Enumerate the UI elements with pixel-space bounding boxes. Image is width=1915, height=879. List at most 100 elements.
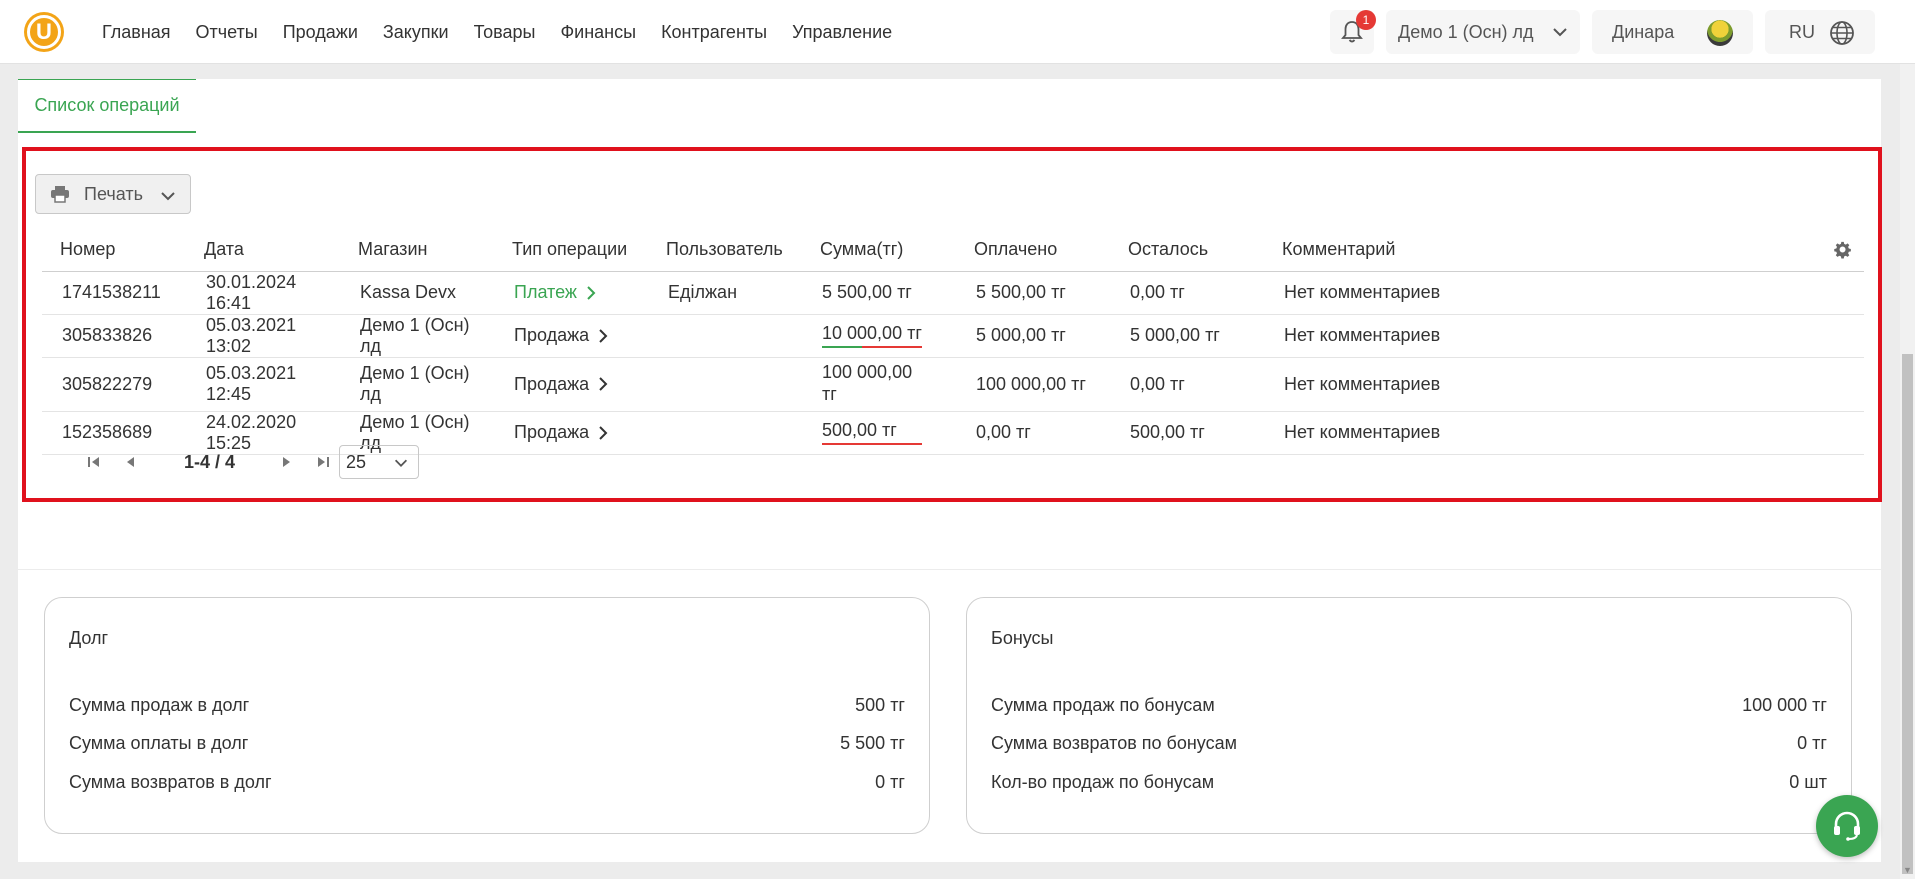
- cell-comment: Нет комментариев: [1264, 411, 1864, 455]
- column-header-number[interactable]: Номер: [42, 229, 186, 272]
- print-button-label: Печать: [84, 183, 143, 204]
- debt-panel: Долг Сумма продаж в долг 500 тг Сумма оп…: [44, 597, 930, 834]
- operation-type-link[interactable]: Платеж: [514, 282, 597, 303]
- user-menu[interactable]: Динара: [1592, 10, 1753, 54]
- nav-item-products[interactable]: Товары: [474, 22, 536, 43]
- cell-paid: 0,00 тг: [956, 411, 1110, 455]
- printer-icon: [51, 186, 69, 203]
- notification-badge: 1: [1356, 10, 1376, 30]
- language-selector[interactable]: RU: [1765, 10, 1875, 54]
- column-header-user[interactable]: Пользователь: [648, 229, 802, 272]
- next-page-icon[interactable]: [275, 455, 299, 469]
- cell-date: 30.01.2024 16:41: [186, 271, 340, 315]
- tab-operations-list[interactable]: Список операций: [18, 79, 196, 133]
- column-header-remaining[interactable]: Осталось: [1110, 229, 1264, 272]
- per-page-select[interactable]: 25: [339, 445, 420, 479]
- nav-item-purchases[interactable]: Закупки: [383, 22, 449, 43]
- column-header-store[interactable]: Магазин: [340, 229, 494, 272]
- print-button[interactable]: Печать: [35, 174, 191, 214]
- nav-item-finance[interactable]: Финансы: [560, 22, 636, 43]
- cell-number: 305833826: [42, 314, 186, 358]
- summary-value: 500 тг: [855, 695, 905, 715]
- chevron-right-icon: [599, 328, 608, 343]
- operation-type-label: Продажа: [514, 373, 590, 394]
- bonuses-panel: Бонусы Сумма продаж по бонусам 100 000 т…: [966, 597, 1852, 834]
- cell-remaining: 0,00 тг: [1110, 271, 1264, 315]
- prev-page-icon[interactable]: [118, 455, 142, 469]
- store-selector-label: Демо 1 (Осн) лд: [1398, 21, 1534, 42]
- summary-value: 0 тг: [875, 772, 905, 792]
- cell-store: Демо 1 (Осн) лд: [340, 357, 494, 412]
- first-page-icon[interactable]: [82, 455, 106, 469]
- cell-user: [648, 411, 802, 455]
- user-name: Динара: [1612, 21, 1675, 42]
- summary-value: 0 тг: [1797, 733, 1827, 753]
- scroll-down-icon[interactable]: ▼: [1903, 865, 1912, 875]
- nav-item-contractors[interactable]: Контрагенты: [661, 22, 767, 43]
- summary-label: Сумма продаж по бонусам: [991, 695, 1215, 715]
- scrollbar-thumb[interactable]: [1902, 354, 1913, 874]
- table-row[interactable]: 305822279 05.03.2021 12:45 Демо 1 (Осн) …: [42, 357, 1864, 412]
- chevron-down-icon: [1553, 28, 1567, 37]
- chevron-right-icon: [587, 285, 596, 300]
- app-logo[interactable]: U: [24, 12, 64, 52]
- cell-remaining: 5 000,00 тг: [1110, 314, 1264, 358]
- notifications-button[interactable]: 1: [1330, 10, 1376, 54]
- cell-paid: 100 000,00 тг: [956, 357, 1110, 412]
- top-bar: U Главная Отчеты Продажи Закупки Товары …: [0, 0, 1915, 64]
- cell-comment: Нет комментариев: [1264, 271, 1864, 315]
- headset-icon: [1834, 811, 1860, 841]
- operation-type-label: Платеж: [514, 282, 577, 302]
- table-header-row: Номер Дата Магазин Тип операции Пользова…: [42, 229, 1864, 272]
- cell-operation-type: Продажа: [494, 411, 648, 455]
- cell-operation-type: Продажа: [494, 357, 648, 412]
- store-selector[interactable]: Демо 1 (Осн) лд: [1386, 10, 1580, 54]
- chevron-down-icon: [394, 459, 408, 467]
- table-row[interactable]: 1741538211 30.01.2024 16:41 Kassa Devx П…: [42, 271, 1864, 315]
- nav-item-sales[interactable]: Продажи: [283, 22, 358, 43]
- cell-sum: 500,00 тг: [802, 411, 956, 455]
- debt-title: Долг: [69, 628, 109, 648]
- globe-icon: [1830, 21, 1854, 45]
- table-row[interactable]: 305833826 05.03.2021 13:02 Демо 1 (Осн) …: [42, 314, 1864, 358]
- chevron-right-icon: [599, 425, 608, 440]
- cell-operation-type: Платеж: [494, 271, 648, 315]
- cell-date: 05.03.2021 13:02: [186, 314, 340, 358]
- column-header-comment-label[interactable]: Комментарий: [1282, 239, 1395, 259]
- gear-icon[interactable]: [1834, 241, 1852, 259]
- summary-label: Сумма возвратов по бонусам: [991, 733, 1237, 753]
- summary-value: 0 шт: [1789, 772, 1827, 792]
- nav-item-management[interactable]: Управление: [792, 22, 892, 43]
- per-page-value: 25: [346, 451, 367, 472]
- summary-row: Кол-во продаж по бонусам 0 шт: [991, 772, 1827, 796]
- operation-type-label: Продажа: [514, 325, 590, 345]
- column-header-date[interactable]: Дата: [186, 229, 340, 272]
- cell-store: Демо 1 (Осн) лд: [340, 314, 494, 358]
- cell-remaining: 500,00 тг: [1110, 411, 1264, 455]
- operation-type-label: Продажа: [514, 422, 590, 442]
- support-chat-button[interactable]: [1816, 795, 1878, 857]
- operation-type-link[interactable]: Продажа: [514, 325, 609, 346]
- chevron-right-icon: [599, 377, 608, 391]
- summary-label: Сумма возвратов в долг: [69, 772, 272, 792]
- language-label: RU: [1789, 21, 1815, 42]
- nav-item-reports[interactable]: Отчеты: [196, 22, 258, 43]
- summary-label: Сумма продаж в долг: [69, 695, 250, 715]
- pagination: 1-4 / 4 25: [82, 445, 420, 479]
- column-header-operation-type[interactable]: Тип операции: [494, 229, 648, 272]
- cell-number: 1741538211: [42, 271, 186, 315]
- summary-label: Сумма оплаты в долг: [69, 733, 249, 753]
- summary-row: Сумма возвратов в долг 0 тг: [69, 772, 905, 796]
- operations-table: Номер Дата Магазин Тип операции Пользова…: [42, 229, 1864, 455]
- summary-row: Сумма продаж по бонусам 100 000 тг: [991, 695, 1827, 719]
- operation-type-link[interactable]: Продажа: [514, 374, 609, 395]
- page-scrollbar[interactable]: ▼: [1900, 64, 1915, 879]
- chevron-down-icon: [161, 192, 175, 201]
- column-header-sum[interactable]: Сумма(тг): [802, 229, 956, 272]
- column-header-paid[interactable]: Оплачено: [956, 229, 1110, 272]
- cell-paid: 5 500,00 тг: [956, 271, 1110, 315]
- operation-type-link[interactable]: Продажа: [514, 422, 609, 443]
- cell-user: Еділжан: [648, 271, 802, 315]
- nav-item-home[interactable]: Главная: [102, 22, 171, 43]
- last-page-icon[interactable]: [311, 455, 335, 469]
